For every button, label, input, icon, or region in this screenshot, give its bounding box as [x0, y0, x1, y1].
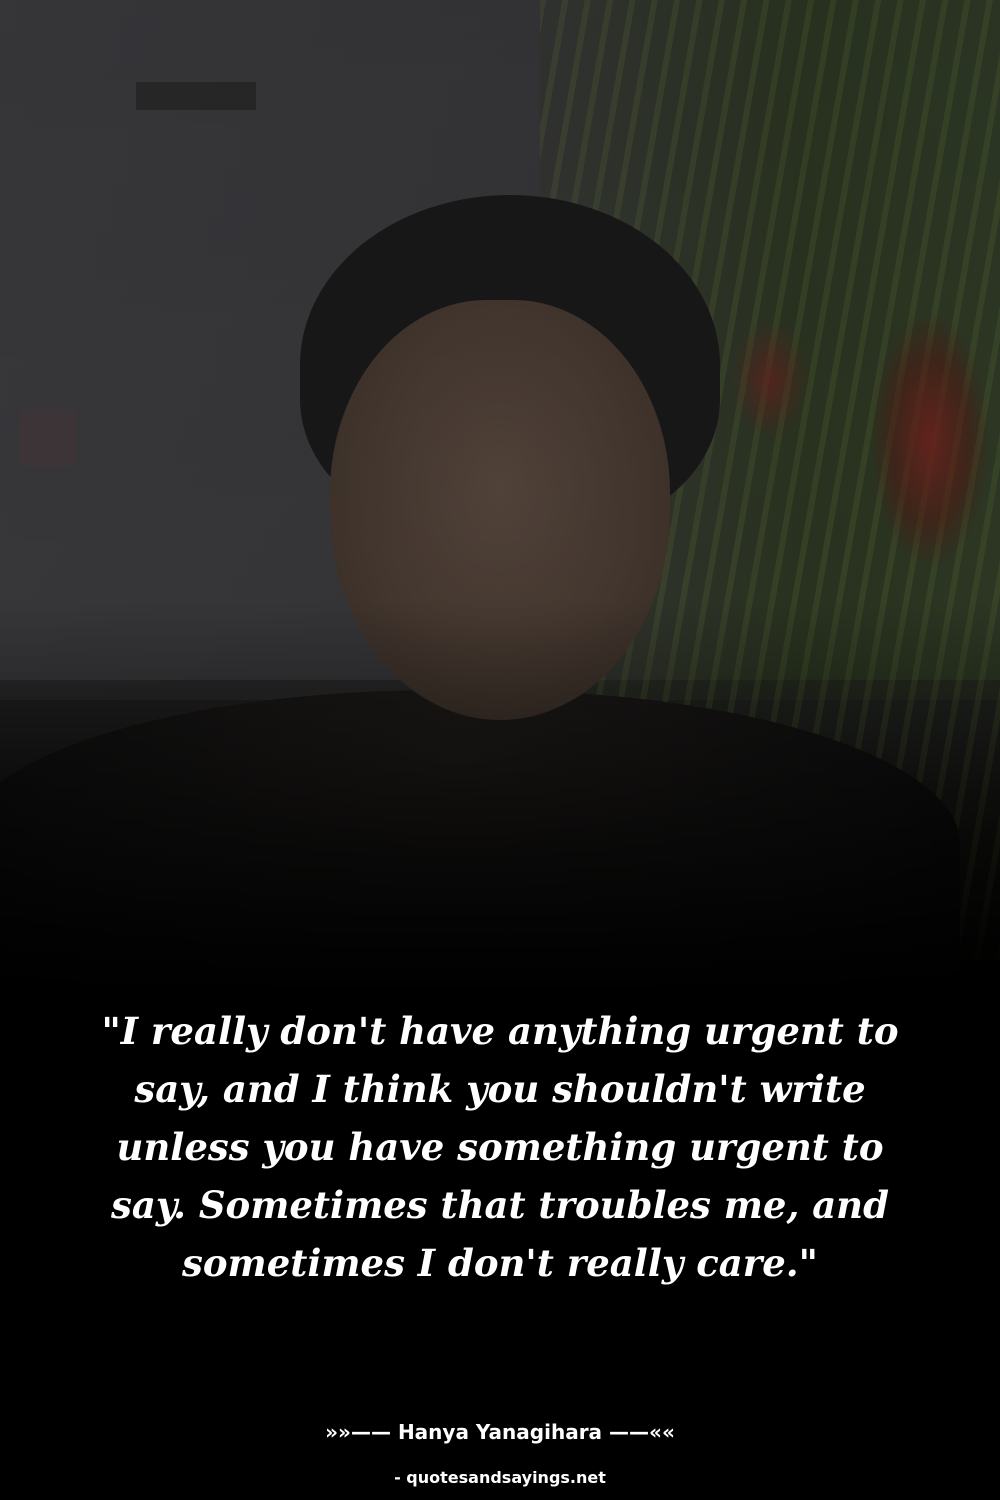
- source-site: - quotesandsayings.net: [394, 1468, 606, 1487]
- quote-author: »»—— Hanya Yanagihara ——««: [325, 1420, 675, 1444]
- author-photo: [0, 0, 1000, 1000]
- quote-text: "I really don't have anything urgent to …: [101, 1009, 899, 1285]
- dark-overlay: [0, 0, 1000, 1000]
